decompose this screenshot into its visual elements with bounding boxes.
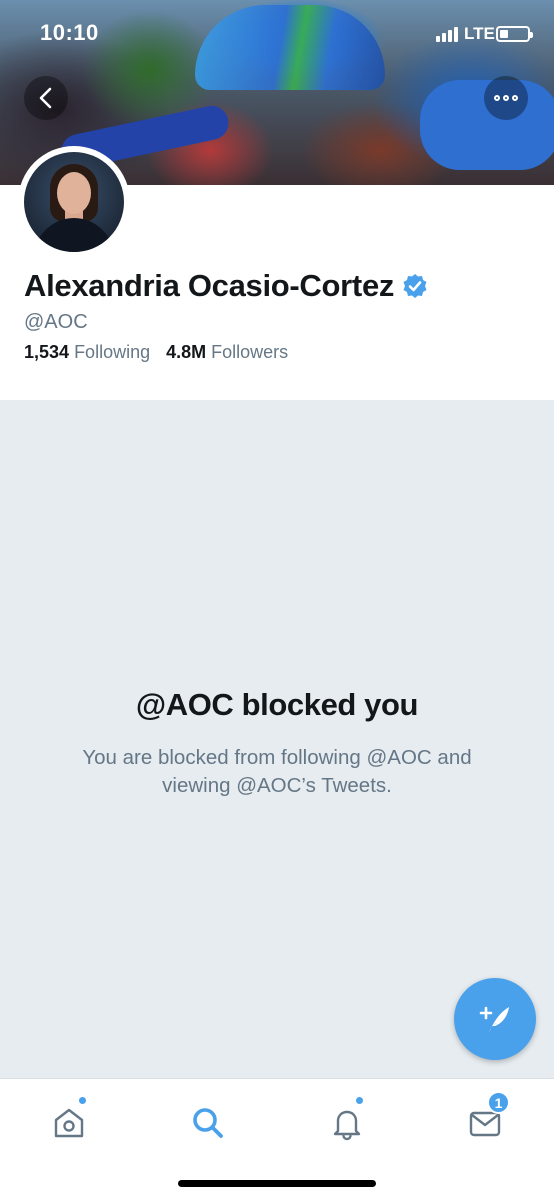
blocked-message: You are blocked from following @AOC and … [82, 746, 472, 797]
notifications-unread-dot [355, 1096, 364, 1105]
home-unread-dot [78, 1096, 87, 1105]
blocked-title: @AOC blocked you [135, 687, 419, 722]
more-dots-icon [494, 95, 518, 101]
chevron-left-icon [39, 87, 52, 109]
back-button[interactable] [24, 76, 68, 120]
home-indicator[interactable] [178, 1180, 376, 1187]
following-stat[interactable]: 1,534 Following [24, 342, 150, 363]
more-options-button[interactable] [484, 76, 528, 120]
status-time: 10:10 [40, 20, 99, 45]
profile-handle: @AOC [24, 311, 88, 333]
compose-tweet-icon [479, 1006, 509, 1033]
tab-search[interactable] [178, 1093, 238, 1153]
avatar-photo [24, 152, 124, 252]
status-bar: 10:10 LTE [0, 0, 554, 66]
bottom-tab-bar: 1 [0, 1078, 554, 1200]
home-icon [54, 1108, 84, 1138]
verified-badge-icon [403, 274, 427, 298]
network-label: LTE [464, 24, 495, 43]
search-icon [193, 1108, 223, 1138]
following-label: Following [74, 342, 151, 362]
tab-notifications[interactable] [317, 1093, 377, 1153]
compose-tweet-button[interactable] [454, 978, 536, 1060]
blocked-notice: @AOC blocked you You are blocked from fo… [0, 400, 554, 1078]
following-count: 1,534 [24, 342, 70, 362]
display-name: Alexandria Ocasio-Cortez [24, 268, 395, 303]
followers-label: Followers [211, 342, 289, 362]
signal-icon [436, 26, 458, 42]
follow-stats: 1,534 Following 4.8M Followers [24, 342, 288, 363]
battery-icon [496, 26, 533, 42]
bell-icon [333, 1110, 361, 1141]
followers-count: 4.8M [166, 342, 207, 362]
messages-badge: 1 [487, 1091, 510, 1114]
avatar[interactable] [18, 146, 130, 258]
name-row: Alexandria Ocasio-Cortez [24, 268, 428, 304]
followers-stat[interactable]: 4.8M Followers [166, 342, 288, 363]
tab-home[interactable] [39, 1093, 99, 1153]
tab-messages[interactable]: 1 [455, 1091, 515, 1153]
